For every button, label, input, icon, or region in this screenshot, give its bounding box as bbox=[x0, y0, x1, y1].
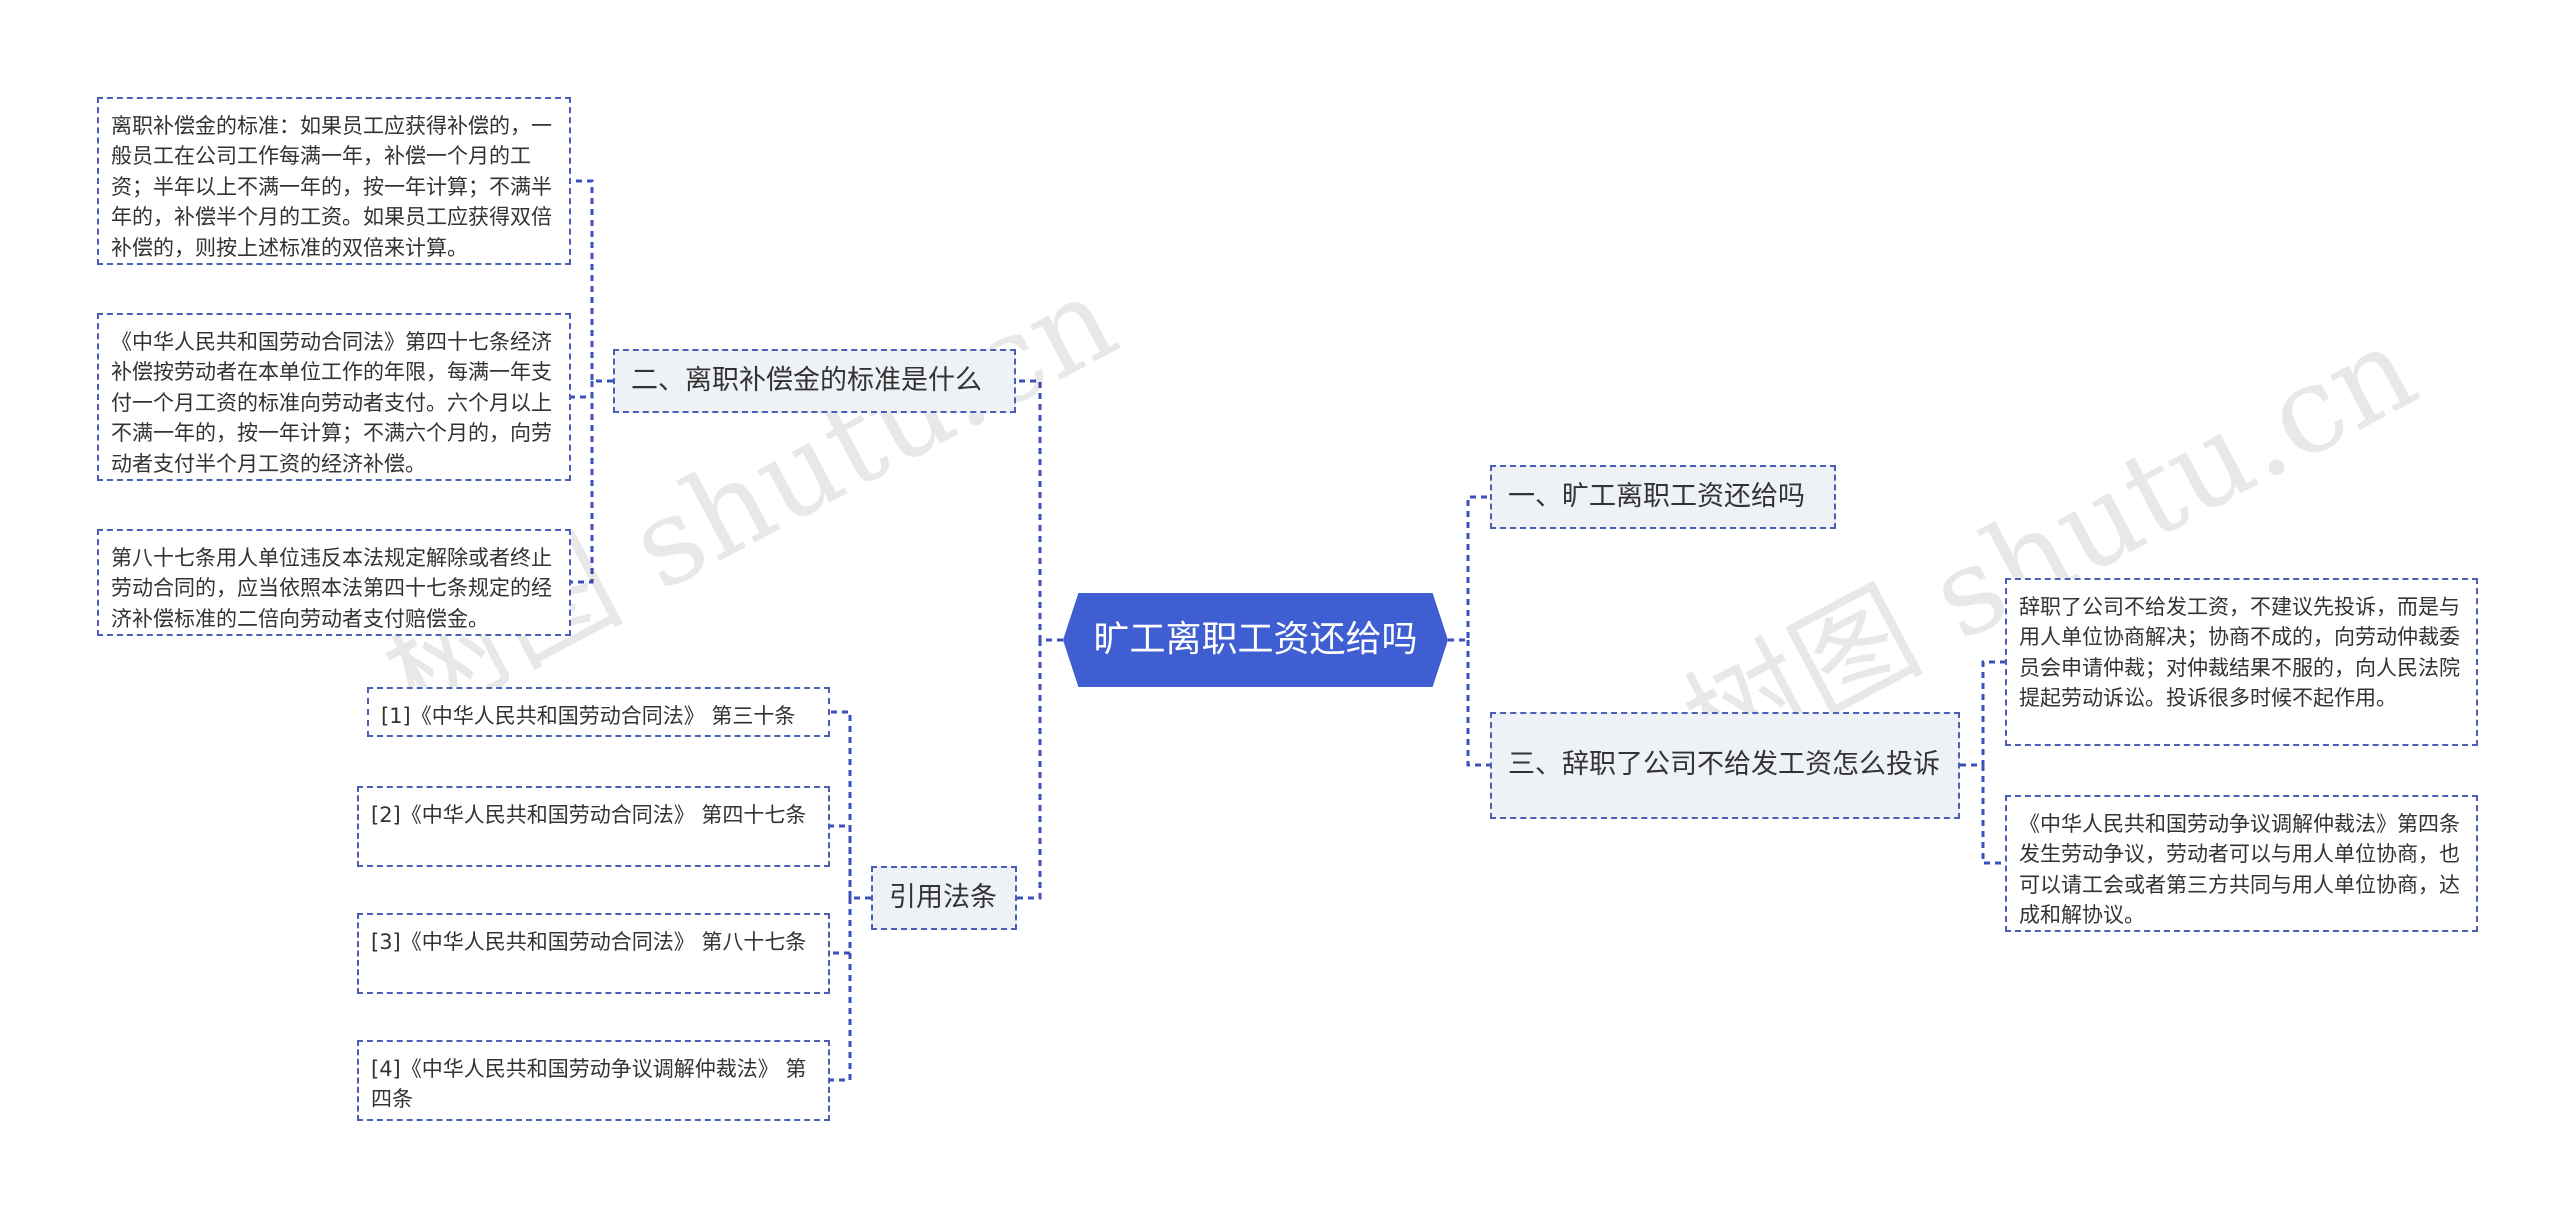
leaf-t4-1[interactable]: [1]《中华人民共和国劳动合同法》 第三十条 bbox=[367, 687, 830, 737]
connector-root-t2 bbox=[1016, 379, 1063, 642]
topic-node-2[interactable]: 二、离职补偿金的标准是什么 bbox=[613, 349, 1016, 413]
leaf-t3-2[interactable]: 《中华人民共和国劳动争议调解仲裁法》第四条发生劳动争议，劳动者可以与用人单位协商… bbox=[2005, 795, 2478, 932]
mind-map-canvas: 树图 shutu.cn 树图 shutu.cn 旷工离职工资还给吗 一、旷工离职… bbox=[0, 0, 2560, 1211]
connector-t3-leaf2 bbox=[1981, 765, 2005, 865]
leaf-t2-1[interactable]: 离职补偿金的标准：如果员工应获得补偿的，一般员工在公司工作每满一年，补偿一个月的… bbox=[97, 97, 571, 265]
connector-root-t1 bbox=[1448, 495, 1490, 642]
leaf-t2-3[interactable]: 第八十七条用人单位违反本法规定解除或者终止劳动合同的，应当依照本法第四十七条规定… bbox=[97, 529, 571, 636]
root-node[interactable]: 旷工离职工资还给吗 bbox=[1063, 593, 1448, 687]
leaf-t2-2[interactable]: 《中华人民共和国劳动合同法》第四十七条经济补偿按劳动者在本单位工作的年限，每满一… bbox=[97, 313, 571, 481]
leaf-t4-4[interactable]: [4]《中华人民共和国劳动争议调解仲裁法》 第四条 bbox=[357, 1040, 830, 1121]
leaf-t4-2[interactable]: [2]《中华人民共和国劳动合同法》 第四十七条 bbox=[357, 786, 830, 867]
connector-t4-leaf2 bbox=[830, 824, 852, 898]
leaf-t3-1[interactable]: 辞职了公司不给发工资，不建议先投诉，而是与用人单位协商解决；协商不成的，向劳动仲… bbox=[2005, 578, 2478, 746]
connector-t2-leaf1 bbox=[571, 179, 613, 383]
leaf-t4-3[interactable]: [3]《中华人民共和国劳动合同法》 第八十七条 bbox=[357, 913, 830, 994]
connector-root-t3 bbox=[1466, 640, 1490, 767]
topic-node-3[interactable]: 三、辞职了公司不给发工资怎么投诉 bbox=[1490, 712, 1960, 819]
connector-t3-leaf1 bbox=[1960, 660, 2005, 767]
connector-t4-leaf3 bbox=[830, 898, 852, 955]
connector-root-t4 bbox=[1017, 640, 1042, 900]
connector-t4-leaf4 bbox=[830, 898, 852, 1082]
topic-node-4[interactable]: 引用法条 bbox=[871, 866, 1017, 930]
connector-t2-leaf3 bbox=[571, 381, 594, 584]
connector-t2-leaf2 bbox=[571, 381, 594, 399]
topic-node-1[interactable]: 一、旷工离职工资还给吗 bbox=[1490, 465, 1836, 529]
